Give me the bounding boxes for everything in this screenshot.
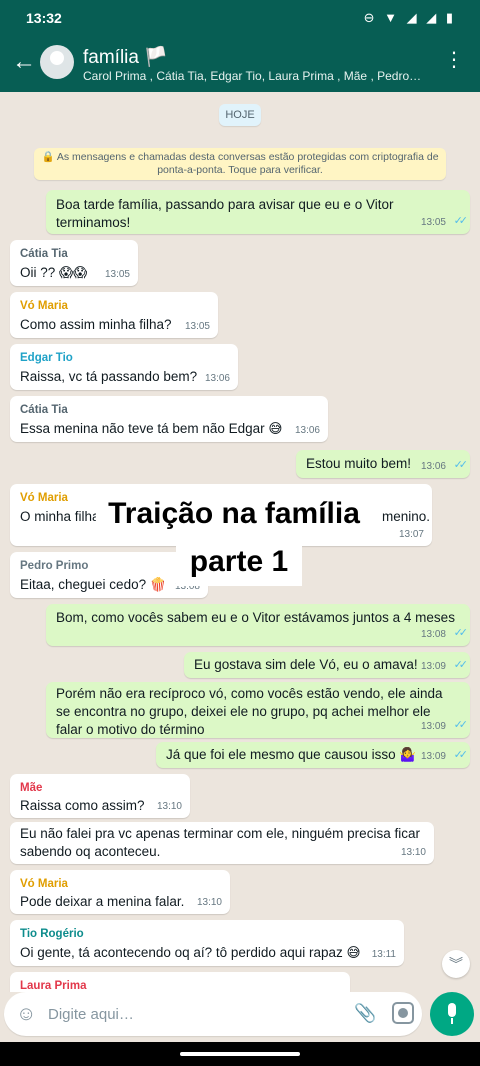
message-text-end: menino. bbox=[382, 509, 431, 524]
message-sender[interactable]: Vó Maria bbox=[20, 490, 68, 507]
message-time: 13:11 bbox=[371, 949, 396, 960]
message-time: 13:07 bbox=[398, 529, 424, 540]
message-time: 13:05 bbox=[420, 217, 446, 228]
message-bubble[interactable]: Edgar Tio Raissa, vc tá passando bem? 13… bbox=[10, 344, 238, 390]
message-text: Raissa como assim? bbox=[20, 798, 145, 813]
message-time: 13:05 bbox=[104, 269, 130, 280]
message-time: 13:06 bbox=[294, 425, 320, 436]
message-time: 13:09 bbox=[420, 721, 446, 732]
message-text: Estou muito bem! bbox=[306, 456, 412, 471]
message-text: Oii ?? 😱😱 bbox=[20, 265, 88, 280]
message-text: Porém não era recíproco vó, como vocês e… bbox=[56, 686, 443, 737]
message-text: Eitaa, cheguei cedo? 🍿 bbox=[20, 577, 167, 592]
message-text: Bom, como vocês sabem eu e o Vitor estáv… bbox=[56, 610, 455, 625]
message-text: Já que foi ele mesmo que causou isso 🤷‍♀… bbox=[166, 747, 417, 762]
message-time: 13:10 bbox=[156, 801, 182, 812]
message-list[interactable]: HOJE 🔒 As mensagens e chamadas desta con… bbox=[0, 92, 480, 992]
mic-icon[interactable] bbox=[430, 992, 474, 1036]
double-check-icon: ✓✓ bbox=[453, 749, 469, 761]
message-bubble[interactable]: Eu gostava sim dele Vó, eu o amava! 13:0… bbox=[184, 652, 470, 678]
message-placeholder[interactable]: Digite aqui… bbox=[48, 1006, 134, 1023]
double-check-icon: ✓✓ bbox=[453, 719, 469, 731]
group-participants[interactable]: Carol Prima , Cátia Tia, Edgar Tio, Laur… bbox=[83, 69, 433, 83]
message-bubble[interactable]: Eu não falei pra vc apenas terminar com … bbox=[10, 822, 434, 864]
message-time: 13:10 bbox=[400, 847, 426, 858]
message-bubble[interactable]: Tio Rogério Oi gente, tá acontecendo oq … bbox=[10, 920, 404, 966]
double-check-icon: ✓✓ bbox=[453, 659, 469, 671]
smiley-icon[interactable]: ☺ bbox=[16, 1004, 36, 1024]
message-sender[interactable]: Vó Maria bbox=[20, 298, 68, 315]
message-bubble[interactable]: Estou muito bem! 13:06 ✓✓ bbox=[296, 450, 470, 478]
message-sender[interactable]: Pedro Primo bbox=[20, 558, 88, 575]
message-text-start: O minha filha bbox=[20, 509, 100, 524]
message-input[interactable]: ☺ Digite aqui… 📎 bbox=[4, 992, 422, 1036]
paperclip-icon[interactable]: 📎 bbox=[354, 1003, 376, 1024]
system-nav-bar bbox=[0, 1042, 480, 1066]
chevron-down-double-icon[interactable]: ︾ bbox=[442, 950, 470, 978]
message-bubble[interactable]: Já que foi ele mesmo que causou isso 🤷‍♀… bbox=[156, 742, 470, 768]
camera-icon[interactable] bbox=[392, 1002, 414, 1024]
message-text: Pode deixar a menina falar. bbox=[20, 894, 185, 909]
message-text: Eu gostava sim dele Vó, eu o amava! bbox=[194, 657, 418, 672]
message-time: 13:09 bbox=[420, 661, 446, 672]
message-bubble[interactable]: Mãe Raissa como assim? 13:10 bbox=[10, 774, 190, 818]
message-time: 13:09 bbox=[420, 751, 446, 762]
message-text: Oi gente, tá acontecendo oq aí? tô perdi… bbox=[20, 945, 361, 960]
group-avatar[interactable] bbox=[40, 45, 74, 79]
date-chip: HOJE bbox=[219, 104, 261, 126]
composer-bar: ☺ Digite aqui… 📎 bbox=[0, 992, 480, 1042]
status-time: 13:32 bbox=[26, 10, 62, 26]
message-time: 13:05 bbox=[184, 321, 210, 332]
message-sender[interactable]: Cátia Tia bbox=[20, 246, 68, 263]
message-time: 13:08 bbox=[420, 629, 446, 640]
message-bubble[interactable]: Vó Maria Como assim minha filha? 13:05 bbox=[10, 292, 218, 338]
home-handle[interactable] bbox=[180, 1052, 300, 1056]
message-sender[interactable]: Cátia Tia bbox=[20, 402, 68, 419]
message-text: Essa menina não teve tá bem não Edgar 😅 bbox=[20, 421, 283, 436]
message-bubble[interactable]: Laura Prima bbox=[10, 972, 350, 992]
arrow-left-icon[interactable]: ← bbox=[12, 48, 36, 76]
message-text: Raissa, vc tá passando bem? bbox=[20, 369, 198, 384]
message-time: 13:06 bbox=[204, 373, 230, 384]
double-check-icon: ✓✓ bbox=[453, 215, 469, 227]
group-title[interactable]: família 🏳️ bbox=[83, 45, 168, 69]
message-bubble[interactable]: Bom, como vocês sabem eu e o Vitor estáv… bbox=[46, 604, 470, 646]
message-sender[interactable]: Laura Prima bbox=[20, 978, 86, 992]
message-sender[interactable]: Edgar Tio bbox=[20, 350, 73, 367]
message-sender[interactable]: Tio Rogério bbox=[20, 926, 84, 943]
status-bar: 13:32 ⊖ ▼ ◢ ◢ ▮ bbox=[0, 0, 480, 36]
status-icons: ⊖ ▼ ◢ ◢ ▮ bbox=[363, 10, 456, 25]
message-bubble[interactable]: Boa tarde família, passando para avisar … bbox=[46, 190, 470, 234]
message-text: Boa tarde família, passando para avisar … bbox=[56, 197, 394, 230]
message-sender[interactable]: Mãe bbox=[20, 780, 42, 797]
message-text: Como assim minha filha? bbox=[20, 317, 172, 332]
double-check-icon: ✓✓ bbox=[453, 627, 469, 639]
message-time: 13:10 bbox=[196, 897, 222, 908]
double-check-icon: ✓✓ bbox=[453, 459, 469, 471]
chat-header: ← família 🏳️ Carol Prima , Cátia Tia, Ed… bbox=[0, 36, 480, 92]
message-bubble[interactable]: Vó Maria Pode deixar a menina falar. 13:… bbox=[10, 870, 230, 914]
caption-overlay-line2: parte 1 bbox=[176, 538, 302, 586]
message-time: 13:06 bbox=[420, 461, 446, 472]
message-bubble[interactable]: Cátia Tia Essa menina não teve tá bem nã… bbox=[10, 396, 328, 442]
encryption-notice[interactable]: 🔒 As mensagens e chamadas desta conversa… bbox=[34, 148, 446, 180]
caption-overlay-line1: Traição na família bbox=[96, 490, 372, 538]
message-bubble[interactable]: Porém não era recíproco vó, como vocês e… bbox=[46, 682, 470, 738]
message-bubble[interactable]: Cátia Tia Oii ?? 😱😱 13:05 bbox=[10, 240, 138, 286]
more-vert-icon[interactable]: ⋮ bbox=[444, 50, 464, 70]
message-sender[interactable]: Vó Maria bbox=[20, 876, 68, 893]
message-text: Eu não falei pra vc apenas terminar com … bbox=[20, 826, 420, 859]
